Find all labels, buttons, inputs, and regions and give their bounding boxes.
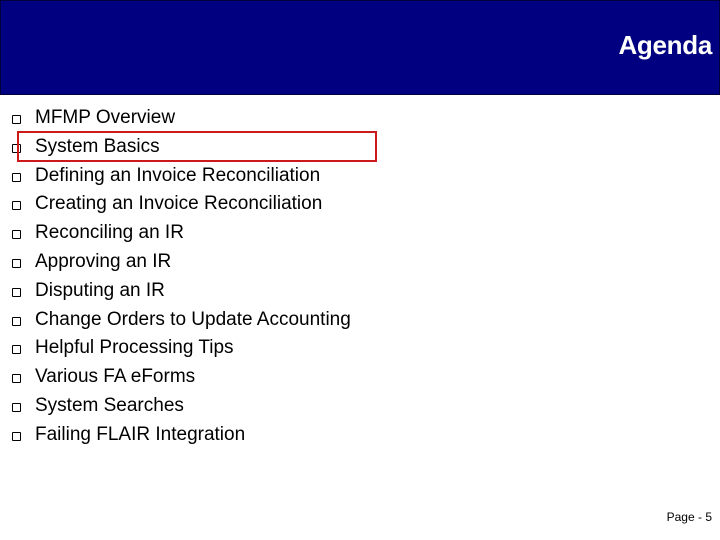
square-bullet-icon: [12, 287, 21, 297]
agenda-item-label: Reconciling an IR: [35, 222, 184, 244]
agenda-item-label: Approving an IR: [35, 250, 172, 272]
slide-title: Agenda: [618, 30, 712, 60]
square-bullet-icon: [12, 374, 21, 384]
current-section-highlight-box: [17, 131, 377, 162]
square-bullet-icon: [12, 201, 21, 211]
agenda-item-label: Failing FLAIR Integration: [35, 423, 246, 445]
square-bullet-icon: [12, 172, 21, 182]
agenda-item-label: Creating an Invoice Reconciliation: [35, 193, 323, 215]
square-bullet-icon: [12, 258, 21, 268]
agenda-item-label: System Searches: [35, 394, 184, 416]
square-bullet-icon: [12, 115, 21, 124]
page-number: Page - 5: [666, 510, 712, 524]
header-bar: Agenda: [0, 0, 720, 95]
square-bullet-icon: [12, 402, 21, 412]
square-bullet-icon: [12, 230, 21, 240]
agenda-item-label: Various FA eForms: [35, 366, 196, 388]
agenda-item-label: MFMP Overview: [35, 107, 176, 128]
agenda-item-label: Disputing an IR: [35, 279, 165, 301]
square-bullet-icon: [12, 316, 21, 326]
square-bullet-icon: [12, 431, 21, 441]
agenda-item-label: Change Orders to Update Accounting: [35, 308, 351, 330]
square-bullet-icon: [12, 345, 21, 355]
agenda-item-label: Defining an Invoice Reconciliation: [35, 164, 321, 186]
agenda-item-label: Helpful Processing Tips: [35, 337, 234, 359]
